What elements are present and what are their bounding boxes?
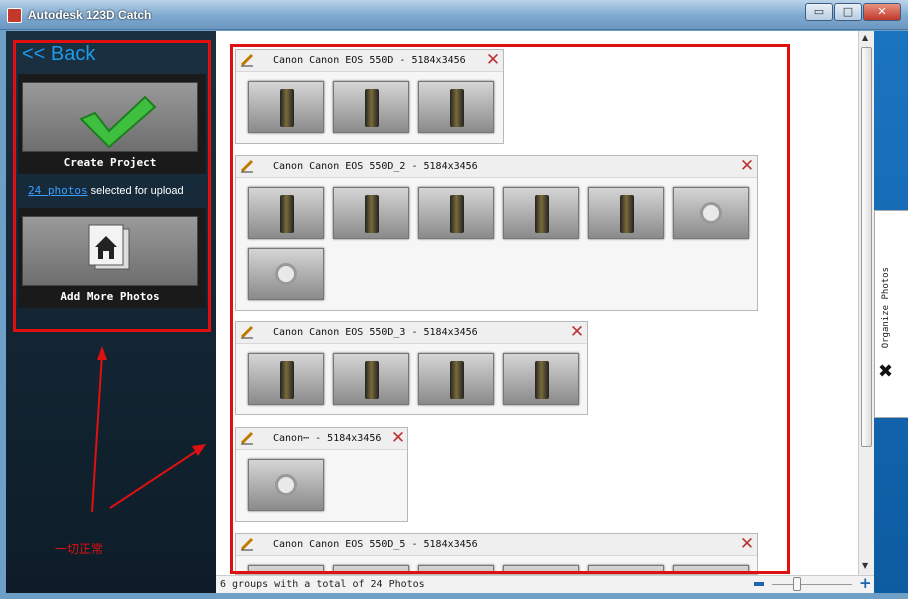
organize-photos-tab[interactable]: Organize Photos ✖ [874,210,908,418]
annotation-text: 一切正常 [55,542,104,556]
vertical-scrollbar[interactable]: ▲ ▼ [858,31,874,575]
scroll-up-icon[interactable]: ▲ [862,33,868,42]
organize-close-icon[interactable]: ✖ [878,361,893,382]
minimize-button[interactable]: ▭ [805,3,833,21]
scroll-down-icon[interactable]: ▼ [862,561,868,570]
status-text: 6 groups with a total of 24 Photos [220,579,425,590]
status-bar: 6 groups with a total of 24 Photos + [216,574,874,593]
maximize-button[interactable]: □ [834,3,862,21]
scrollbar-thumb[interactable] [861,47,872,447]
zoom-in-icon[interactable]: + [859,574,872,592]
close-button[interactable]: ✕ [863,3,901,21]
organize-photos-label: Organize Photos [881,267,891,349]
annotation-box-main [230,44,790,574]
zoom-out-icon[interactable] [754,582,764,586]
app-logo-icon [7,8,22,23]
annotation-arrows [91,346,206,513]
title-bar: Autodesk 123D Catch ▭ □ ✕ [0,0,908,30]
window-title: Autodesk 123D Catch [28,8,152,22]
zoom-slider-track[interactable] [772,584,852,585]
zoom-slider-thumb[interactable] [793,577,801,591]
annotation-box-sidebar [13,40,211,332]
